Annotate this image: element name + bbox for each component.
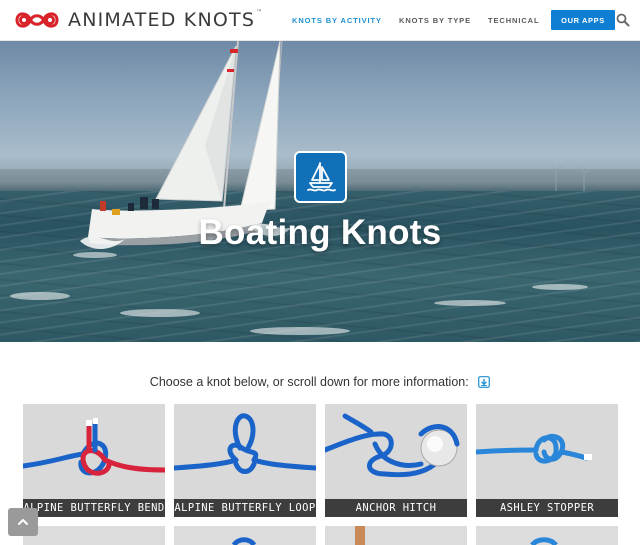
back-to-top-button[interactable] [8,508,38,536]
search-icon[interactable] [616,13,630,27]
knot-tile-alpine-butterfly-bend[interactable]: ALPINE BUTTERFLY BEND [23,404,165,517]
knot-thumbnail [231,537,257,545]
knot-label: ASHLEY STOPPER [476,499,618,517]
knot-thumbnail [355,526,365,545]
anchor-hitch-image [325,413,460,478]
page-title: Boating Knots [198,213,442,252]
scroll-down-icon[interactable] [478,376,491,388]
nav-knots-by-type[interactable]: KNOTS BY TYPE [399,16,471,25]
hero-banner: Boating Knots [0,41,640,342]
site-header: ANIMATED KNOTS™ KNOTS BY ACTIVITY KNOTS … [0,0,640,41]
alpine-butterfly-loop-image [174,413,316,474]
our-apps-button[interactable]: OUR APPS [551,10,615,30]
site-logo[interactable]: ANIMATED KNOTS™ [14,8,263,32]
boating-category-badge [294,151,347,203]
knot-tile-alpine-butterfly-loop[interactable]: ALPINE BUTTERFLY LOOP [174,404,316,517]
knot-tile-anchor-hitch[interactable]: ANCHOR HITCH [325,404,467,517]
knot-logo-icon [15,12,59,28]
knot-tile-row2-1[interactable] [23,526,165,545]
intro-text: Choose a knot below, or scroll down for … [0,375,640,389]
nav-technical[interactable]: TECHNICAL [488,16,539,25]
alpine-butterfly-bend-image [23,418,165,476]
knot-label: ANCHOR HITCH [325,499,467,517]
knot-thumbnail [530,537,558,545]
knot-tile-row2-3[interactable] [325,526,467,545]
knot-tile-row2-4[interactable] [476,526,618,545]
knot-tile-ashley-stopper[interactable]: ASHLEY STOPPER [476,404,618,517]
intro-label: Choose a knot below, or scroll down for … [149,375,469,389]
knot-tile-row2-2[interactable] [174,526,316,545]
sailboat-icon [306,162,336,192]
knot-label: ALPINE BUTTERFLY BEND [23,499,165,517]
logo-text: ANIMATED KNOTS™ [68,9,264,31]
knot-label: ALPINE BUTTERFLY LOOP [174,499,316,517]
ashley-stopper-image [476,433,592,464]
nav-knots-by-activity[interactable]: KNOTS BY ACTIVITY [292,16,382,25]
chevron-up-icon [18,519,28,525]
